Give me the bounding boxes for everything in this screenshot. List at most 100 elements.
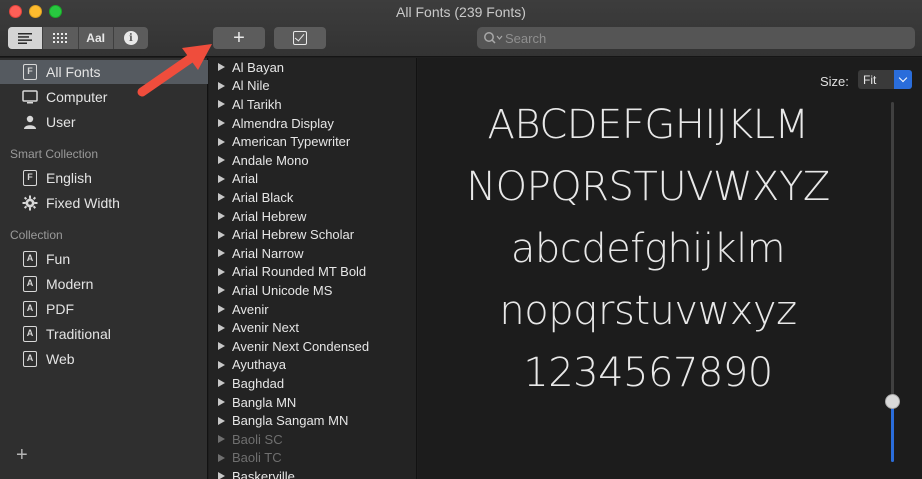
font-row[interactable]: Arial [209, 170, 416, 189]
disclosure-triangle-icon[interactable] [218, 249, 225, 258]
font-collection-icon: A [22, 276, 38, 292]
font-row[interactable]: Avenir Next Condensed [209, 337, 416, 356]
font-name: Al Tarikh [232, 96, 282, 112]
sidebar: F All Fonts Computer User Smart Collecti… [0, 58, 208, 479]
font-row[interactable]: Bangla MN [209, 393, 416, 412]
size-slider-knob[interactable] [885, 394, 900, 409]
font-collection-icon: A [22, 301, 38, 317]
sidebar-item-user[interactable]: User [0, 110, 208, 134]
add-collection-button[interactable]: + [16, 444, 28, 467]
sidebar-item-english[interactable]: F English [0, 166, 208, 190]
disclosure-triangle-icon[interactable] [218, 416, 225, 425]
font-name: Andale Mono [232, 152, 309, 168]
size-select-value: Fit [863, 72, 877, 87]
font-row[interactable]: Bangla Sangam MN [209, 411, 416, 430]
search-input[interactable] [505, 30, 885, 46]
font-name: American Typewriter [232, 134, 351, 150]
sample-line-lowercase-2: nopqrstuvwxyz [499, 288, 797, 334]
grid-view-button[interactable] [43, 27, 79, 49]
disclosure-triangle-icon[interactable] [218, 472, 225, 479]
disclosure-triangle-icon[interactable] [218, 342, 225, 351]
font-name: Baoli SC [232, 431, 283, 447]
font-collection-icon: A [22, 326, 38, 342]
disclosure-triangle-icon[interactable] [218, 398, 225, 407]
disclosure-triangle-icon[interactable] [218, 379, 225, 388]
size-select[interactable]: Fit [858, 70, 912, 89]
font-row[interactable]: Baghdad [209, 374, 416, 393]
font-row[interactable]: American Typewriter [209, 132, 416, 151]
font-row[interactable]: Al Tarikh [209, 95, 416, 114]
sidebar-item-traditional[interactable]: A Traditional [0, 322, 208, 346]
sidebar-item-web[interactable]: A Web [0, 347, 208, 371]
smart-collection-header: Smart Collection [10, 147, 99, 161]
sidebar-item-pdf[interactable]: A PDF [0, 297, 208, 321]
list-view-button[interactable] [8, 27, 44, 49]
font-name: Avenir Next [232, 320, 299, 336]
font-row[interactable]: Arial Narrow [209, 244, 416, 263]
sidebar-item-fun[interactable]: A Fun [0, 247, 208, 271]
sample-text-view-button[interactable]: AaI [79, 27, 114, 49]
grid-icon [53, 33, 68, 43]
font-name: Arial Unicode MS [232, 282, 333, 298]
disclosure-triangle-icon[interactable] [218, 305, 225, 314]
font-name: Arial Narrow [232, 245, 304, 261]
font-row[interactable]: Arial Unicode MS [209, 281, 416, 300]
disclosure-triangle-icon[interactable] [218, 453, 225, 462]
disclosure-triangle-icon[interactable] [218, 360, 225, 369]
disclosure-triangle-icon[interactable] [218, 230, 225, 239]
font-row[interactable]: Ayuthaya [209, 356, 416, 375]
font-row[interactable]: Al Nile [209, 77, 416, 96]
font-row[interactable]: Al Bayan [209, 58, 416, 77]
disclosure-triangle-icon[interactable] [218, 193, 225, 202]
view-mode-segmented-control: AaI i [8, 27, 148, 49]
sidebar-item-label: Traditional [46, 326, 111, 342]
sidebar-item-label: Modern [46, 276, 94, 292]
font-name: Baghdad [232, 375, 285, 391]
sidebar-item-modern[interactable]: A Modern [0, 272, 208, 296]
font-name: Arial Hebrew Scholar [232, 227, 355, 243]
sample-line-uppercase-1: ABCDEFGHIJKLM [487, 102, 809, 148]
sidebar-item-label: Fixed Width [46, 195, 120, 211]
font-name: Avenir [232, 301, 269, 317]
sample-line-lowercase-1: abcdefghijklm [510, 226, 786, 272]
sample-line-uppercase-2: NOPQRSTUVWXYZ [466, 164, 830, 210]
sidebar-item-label: User [46, 114, 76, 130]
disclosure-triangle-icon[interactable] [218, 174, 225, 183]
validate-font-button[interactable] [274, 27, 326, 49]
font-name: Arial Hebrew [232, 208, 307, 224]
checkbox-icon [293, 31, 307, 45]
font-row[interactable]: Baskerville [209, 467, 416, 479]
search-icon [484, 32, 503, 44]
font-row[interactable]: Arial Rounded MT Bold [209, 263, 416, 282]
disclosure-triangle-icon[interactable] [218, 212, 225, 221]
font-name: Arial [232, 171, 259, 187]
font-row[interactable]: Almendra Display [209, 114, 416, 133]
disclosure-triangle-icon[interactable] [218, 286, 225, 295]
font-name: Baoli TC [232, 450, 282, 466]
list-icon [18, 33, 33, 44]
font-row[interactable]: Avenir Next [209, 318, 416, 337]
disclosure-triangle-icon[interactable] [218, 137, 225, 146]
font-name: Bangla MN [232, 394, 297, 410]
sample-line-digits: 1234567890 [523, 350, 773, 396]
disclosure-triangle-icon[interactable] [218, 156, 225, 165]
font-row[interactable]: Baoli TC [209, 449, 416, 468]
disclosure-triangle-icon[interactable] [218, 323, 225, 332]
disclosure-triangle-icon[interactable] [218, 435, 225, 444]
font-row[interactable]: Arial Hebrew [209, 207, 416, 226]
font-row[interactable]: Avenir [209, 300, 416, 319]
sidebar-item-fixed-width[interactable]: Fixed Width [0, 191, 208, 215]
font-name: Al Bayan [232, 59, 285, 75]
disclosure-triangle-icon[interactable] [218, 267, 225, 276]
font-row[interactable]: Andale Mono [209, 151, 416, 170]
font-name: Bangla Sangam MN [232, 413, 349, 429]
font-preview-pane: Size: Fit ABCDEFGHIJKLM NOPQRSTUVWXYZ ab… [418, 58, 922, 479]
sidebar-item-label: All Fonts [46, 64, 101, 80]
font-row[interactable]: Arial Black [209, 188, 416, 207]
font-row[interactable]: Baoli SC [209, 430, 416, 449]
disclosure-triangle-icon[interactable] [218, 119, 225, 128]
sidebar-item-label: PDF [46, 301, 74, 317]
font-name: Arial Rounded MT Bold [232, 264, 367, 280]
font-row[interactable]: Arial Hebrew Scholar [209, 225, 416, 244]
font-name: Almendra Display [232, 115, 334, 131]
